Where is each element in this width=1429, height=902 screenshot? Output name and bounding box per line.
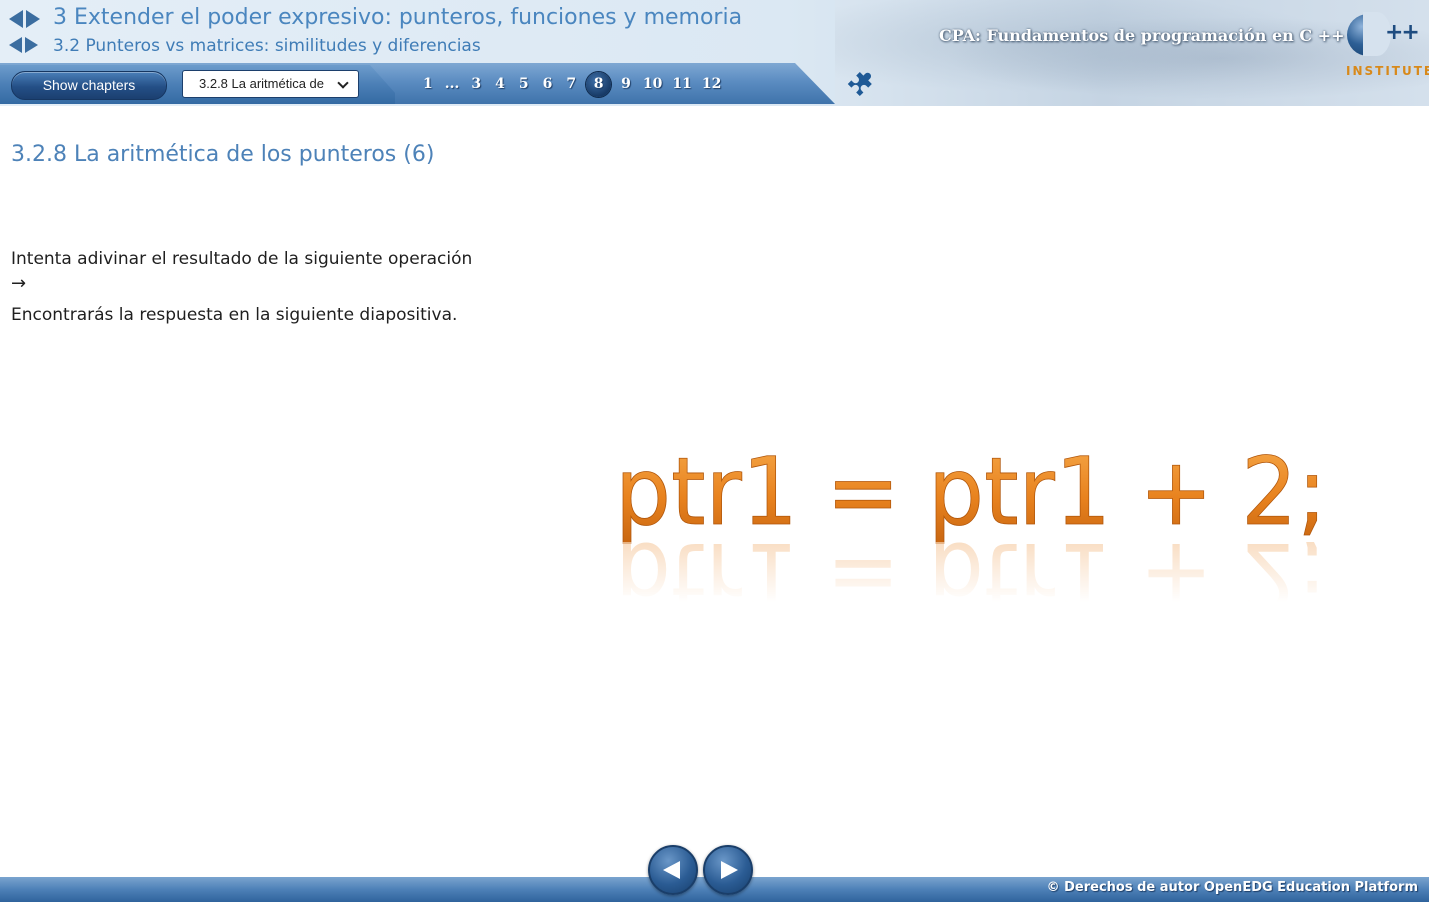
copyright-text: © Derechos de autor OpenEDG Education Pl… (1046, 880, 1418, 895)
arrow-text: → (11, 273, 27, 294)
slide-heading: 3.2.8 La aritmética de los punteros (6) (11, 142, 435, 167)
section-title: 3.2 Punteros vs matrices: similitudes y … (53, 36, 481, 56)
slide-select-dropdown[interactable]: 3.2.8 La aritmética de (182, 70, 359, 98)
logo-mark: ++ (1385, 20, 1420, 45)
prev-section-icon[interactable] (9, 37, 22, 53)
page-link-4[interactable]: 4 (495, 72, 505, 96)
logo-text: INSTITUTE (1346, 64, 1429, 78)
page-link-8[interactable]: 8 (586, 71, 612, 97)
section-nav-arrows (9, 37, 38, 53)
prev-chapter-icon[interactable] (9, 10, 23, 28)
prev-arrow-icon (663, 861, 680, 879)
page-link-3[interactable]: 3 (471, 72, 481, 96)
next-section-icon[interactable] (25, 37, 38, 53)
previous-slide-button[interactable] (648, 845, 698, 895)
page-link-9[interactable]: 9 (621, 72, 631, 96)
page-link-7[interactable]: 7 (566, 72, 576, 96)
slide-select-value: 3.2.8 La aritmética de (199, 76, 325, 91)
page-ellipsis: ... (444, 76, 460, 92)
hint-text: Encontrarás la respuesta en la siguiente… (11, 305, 458, 325)
code-expression-graphic: ptr1 = ptr1 + 2; ptr1 = ptr1 + 2; (615, 438, 1345, 602)
show-chapters-button[interactable]: Show chapters (11, 71, 167, 100)
puzzle-icon[interactable] (846, 68, 876, 98)
page-link-12[interactable]: 12 (702, 72, 721, 96)
page-pager: 1... 3 4 5 6 7 8 9 10 11 12 (423, 71, 721, 97)
cpp-institute-logo: ++ INSTITUTE (1343, 12, 1429, 82)
page-link-5[interactable]: 5 (519, 72, 529, 96)
code-expression: ptr1 = ptr1 + 2; (615, 438, 1327, 547)
next-arrow-icon (721, 861, 738, 879)
chevron-down-icon (337, 77, 349, 89)
chapter-title: 3 Extender el poder expresivo: punteros,… (53, 5, 743, 30)
globe-icon (1347, 12, 1391, 56)
page-link-10[interactable]: 10 (643, 72, 662, 96)
next-slide-button[interactable] (703, 845, 753, 895)
instruction-text: Intenta adivinar el resultado de la sigu… (11, 249, 473, 269)
course-title: CPA: Fundamentos de programación en C ++ (939, 26, 1345, 45)
page-link-1[interactable]: 1 (423, 72, 433, 96)
page-link-6[interactable]: 6 (543, 72, 553, 96)
next-chapter-icon[interactable] (26, 10, 40, 28)
page-link-11[interactable]: 11 (672, 72, 691, 96)
chapter-nav-arrows (9, 10, 40, 28)
header-background-photo (835, 0, 1429, 106)
